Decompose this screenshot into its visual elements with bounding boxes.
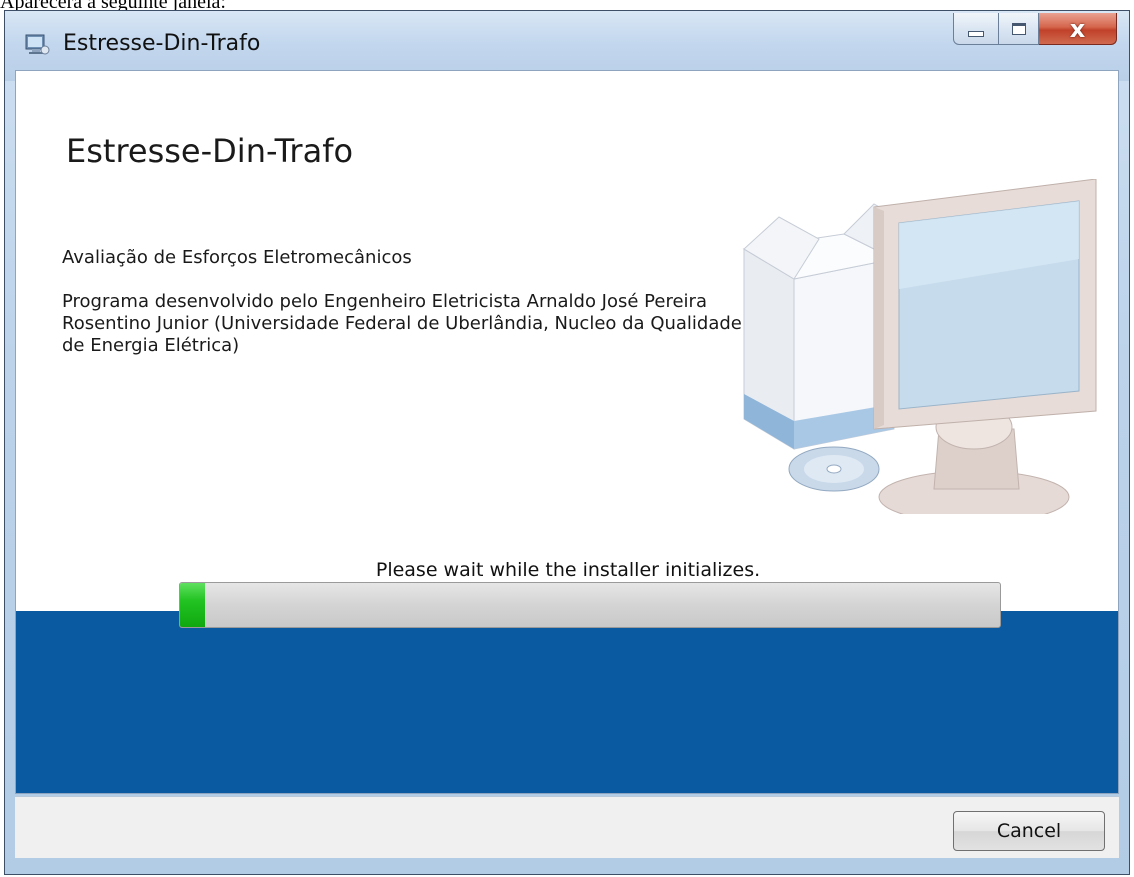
window-title: Estresse-Din-Trafo — [63, 31, 261, 56]
installer-description: Programa desenvolvido pelo Engenheiro El… — [62, 291, 782, 357]
status-message: Please wait while the installer initiali… — [375, 559, 761, 581]
progress-bar — [179, 582, 1001, 628]
installer-content: Estresse-Din-Trafo Avaliação de Esforços… — [15, 70, 1119, 794]
minimize-icon — [968, 30, 984, 37]
description-line: de Energia Elétrica) — [62, 335, 240, 356]
installer-heading: Estresse-Din-Trafo — [66, 132, 354, 170]
close-button[interactable]: x — [1039, 13, 1117, 45]
computer-setup-icon — [742, 179, 1097, 514]
description-line: Rosentino Junior (Universidade Federal d… — [62, 313, 742, 334]
installer-subtitle: Avaliação de Esforços Eletromecânicos — [62, 247, 412, 268]
cancel-button[interactable]: Cancel — [953, 811, 1105, 851]
caption-buttons: x — [953, 13, 1117, 47]
blue-banner — [16, 611, 1118, 793]
footer-bar: Cancel — [15, 796, 1119, 858]
close-icon: x — [1069, 14, 1086, 43]
maximize-icon — [1011, 22, 1026, 35]
maximize-button[interactable] — [999, 13, 1039, 45]
minimize-button[interactable] — [953, 13, 999, 45]
installer-app-icon — [25, 34, 50, 55]
description-line: Programa desenvolvido pelo Engenheiro El… — [62, 291, 707, 312]
progress-fill — [180, 583, 205, 627]
